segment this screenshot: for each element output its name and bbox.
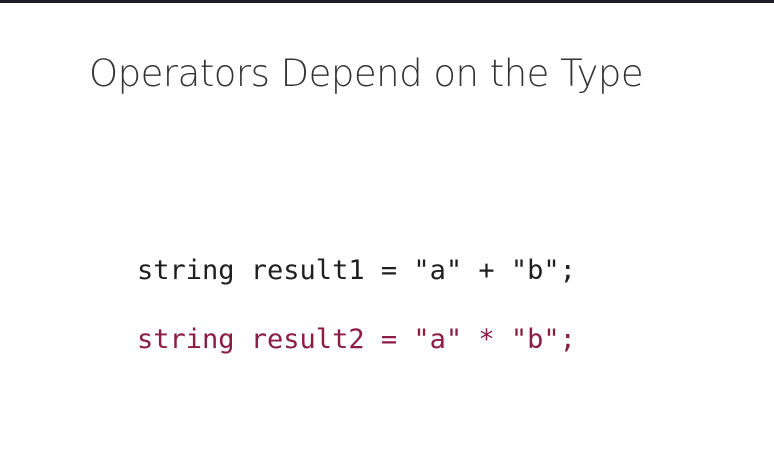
code-block: string result1 = "a" + "b"; string resul…	[137, 252, 697, 359]
code-line-valid: string result1 = "a" + "b";	[137, 255, 576, 286]
slide-title: Operators Depend on the Type	[89, 52, 644, 95]
top-border-bar	[0, 0, 774, 3]
code-line-invalid: string result2 = "a" * "b";	[137, 324, 576, 355]
